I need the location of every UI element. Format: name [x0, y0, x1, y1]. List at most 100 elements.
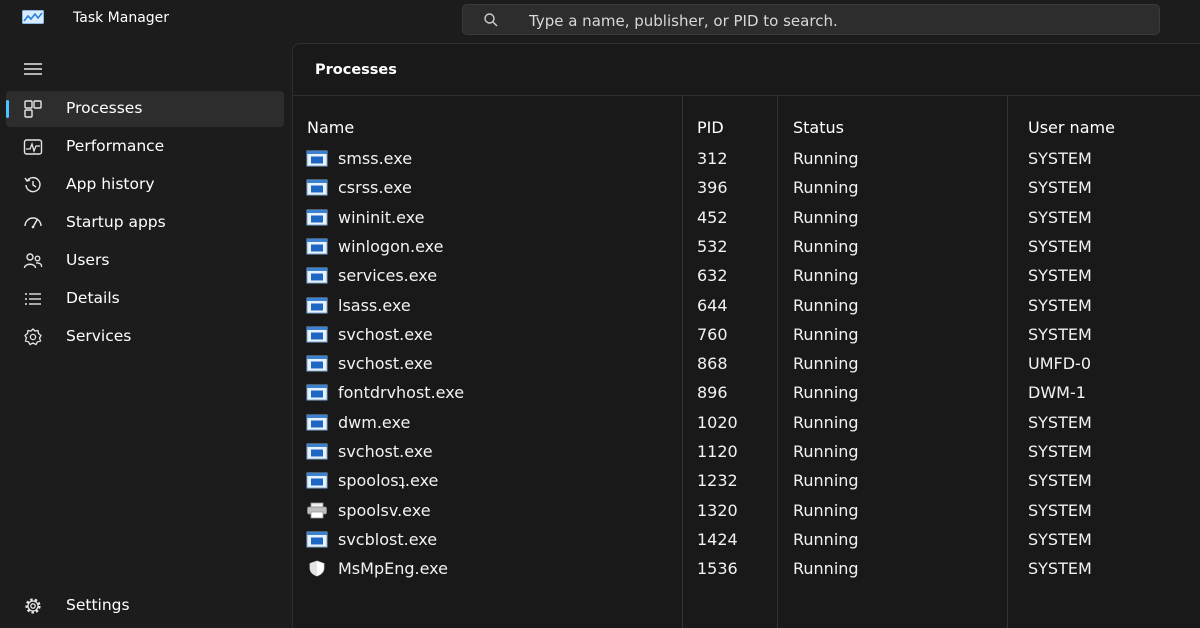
process-pid: 1536	[697, 559, 738, 579]
process-status: Running	[793, 236, 859, 256]
process-status: Running	[793, 383, 859, 403]
window-app-icon	[306, 414, 328, 431]
process-pid: 1320	[697, 500, 738, 520]
process-status: Running	[793, 149, 859, 168]
search-box[interactable]	[462, 4, 1160, 35]
shield-icon	[306, 560, 328, 577]
table-row[interactable]: svchost.exe 760 Running SYSTEM	[293, 320, 1200, 349]
column-header-name[interactable]: Name	[307, 118, 354, 137]
process-status: Running	[793, 559, 859, 579]
process-name: svchost.exe	[338, 354, 433, 374]
sidebar-item-startup-apps[interactable]: Startup apps	[6, 205, 284, 241]
table-row[interactable]: lsass.exe 644 Running SYSTEM	[293, 291, 1200, 320]
table-row[interactable]: winlogon.exe 532 Running SYSTEM	[293, 232, 1200, 261]
performance-icon	[23, 139, 43, 155]
process-pid: 632	[697, 266, 728, 286]
table-row[interactable]: MsMpEng.exe 1536 Running SYSTEM	[293, 554, 1200, 583]
process-user-name: SYSTEM	[1028, 236, 1092, 256]
process-pid: 1424	[697, 529, 738, 549]
sidebar-item-users[interactable]: Users	[6, 243, 284, 279]
process-user-name: SYSTEM	[1028, 559, 1092, 579]
sidebar-item-app-history[interactable]: App history	[6, 167, 284, 203]
table-row[interactable]: svchost.exe 868 Running UMFD-0	[293, 349, 1200, 378]
page-title: Processes	[315, 62, 397, 78]
table-row[interactable]: svcblost.exe 1424 Running SYSTEM	[293, 525, 1200, 554]
sidebar-item-details[interactable]: Details	[6, 281, 284, 317]
process-user-name: SYSTEM	[1028, 442, 1092, 461]
process-pid: 760	[697, 324, 728, 344]
panel-header: Processes	[293, 44, 1200, 96]
window-app-icon	[306, 267, 328, 284]
task-manager-icon	[22, 10, 44, 24]
table-row[interactable]: dwm.exe 1020 Running SYSTEM	[293, 408, 1200, 437]
window-app-icon	[306, 209, 328, 226]
table-row[interactable]: svchost.exe 1120 Running SYSTEM	[293, 437, 1200, 466]
table-row[interactable]: services.exe 632 Running SYSTEM	[293, 261, 1200, 290]
column-header-pid[interactable]: PID	[697, 118, 724, 137]
sidebar-item-services[interactable]: Services	[6, 319, 284, 355]
sidebar-item-performance[interactable]: Performance	[6, 129, 284, 165]
process-name: smss.exe	[338, 149, 413, 168]
table-row[interactable]: fontdrvhost.exe 896 Running DWM-1	[293, 378, 1200, 407]
search-icon	[484, 13, 498, 27]
process-user-name: SYSTEM	[1028, 178, 1092, 198]
window-app-icon	[306, 443, 328, 460]
process-name: svcblost.exe	[338, 529, 438, 549]
table-row[interactable]: spoolosʇ.exe 1232 Running SYSTEM	[293, 466, 1200, 495]
process-pid: 868	[697, 354, 728, 374]
window-app-icon	[306, 179, 328, 196]
process-name: csrss.exe	[338, 178, 412, 198]
process-status: Running	[793, 295, 859, 315]
process-name: spoolosʇ.exe	[338, 471, 439, 491]
processes-panel: Processes Name PID Status User name smss…	[292, 43, 1200, 628]
window-app-icon	[306, 472, 328, 489]
process-user-name: SYSTEM	[1028, 207, 1092, 227]
process-name: spoolsv.exe	[338, 500, 431, 520]
process-status: Running	[793, 207, 859, 227]
column-header-user-name[interactable]: User name	[1028, 118, 1115, 137]
sidebar-item-settings[interactable]: Settings	[6, 588, 284, 624]
title-bar: Task Manager	[0, 0, 1200, 40]
sidebar-item-processes[interactable]: Processes	[6, 91, 284, 127]
table-row[interactable]: smss.exe 312 Running SYSTEM	[293, 144, 1200, 173]
table-row[interactable]: csrss.exe 396 Running SYSTEM	[293, 173, 1200, 202]
process-name: services.exe	[338, 266, 438, 286]
search-input[interactable]	[527, 8, 1131, 33]
process-user-name: UMFD-0	[1028, 354, 1091, 374]
process-pid: 896	[697, 383, 728, 403]
process-pid: 396	[697, 178, 728, 198]
hamburger-menu-icon[interactable]	[22, 60, 44, 78]
sidebar-item-label: Performance	[66, 137, 165, 155]
process-status: Running	[793, 354, 859, 374]
services-icon	[24, 328, 42, 346]
sidebar-item-label: Settings	[66, 596, 130, 614]
process-name: svchost.exe	[338, 442, 433, 461]
process-user-name: SYSTEM	[1028, 471, 1092, 491]
active-indicator	[6, 100, 9, 118]
column-header-status[interactable]: Status	[793, 118, 844, 137]
process-user-name: SYSTEM	[1028, 324, 1092, 344]
process-name: fontdrvhost.exe	[338, 383, 465, 403]
process-pid: 532	[697, 236, 728, 256]
users-icon	[23, 253, 43, 269]
process-pid: 644	[697, 295, 728, 315]
process-user-name: SYSTEM	[1028, 149, 1092, 168]
details-icon	[25, 293, 41, 305]
app-title: Task Manager	[73, 10, 170, 26]
settings-icon	[25, 598, 41, 614]
process-pid: 312	[697, 149, 728, 168]
table-row[interactable]: wininit.exe 452 Running SYSTEM	[293, 203, 1200, 232]
process-user-name: SYSTEM	[1028, 412, 1092, 432]
table-row[interactable]: spoolsv.exe 1320 Running SYSTEM	[293, 496, 1200, 525]
startup-apps-icon	[24, 217, 42, 229]
process-name: lsass.exe	[338, 295, 411, 315]
process-user-name: DWM-1	[1028, 383, 1086, 403]
window-app-icon	[306, 531, 328, 548]
process-status: Running	[793, 500, 859, 520]
process-status: Running	[793, 324, 859, 344]
window-app-icon	[306, 355, 328, 372]
process-status: Running	[793, 178, 859, 198]
process-pid: 1232	[697, 471, 738, 491]
window-app-icon	[306, 297, 328, 314]
process-name: winlogon.exe	[338, 236, 444, 256]
